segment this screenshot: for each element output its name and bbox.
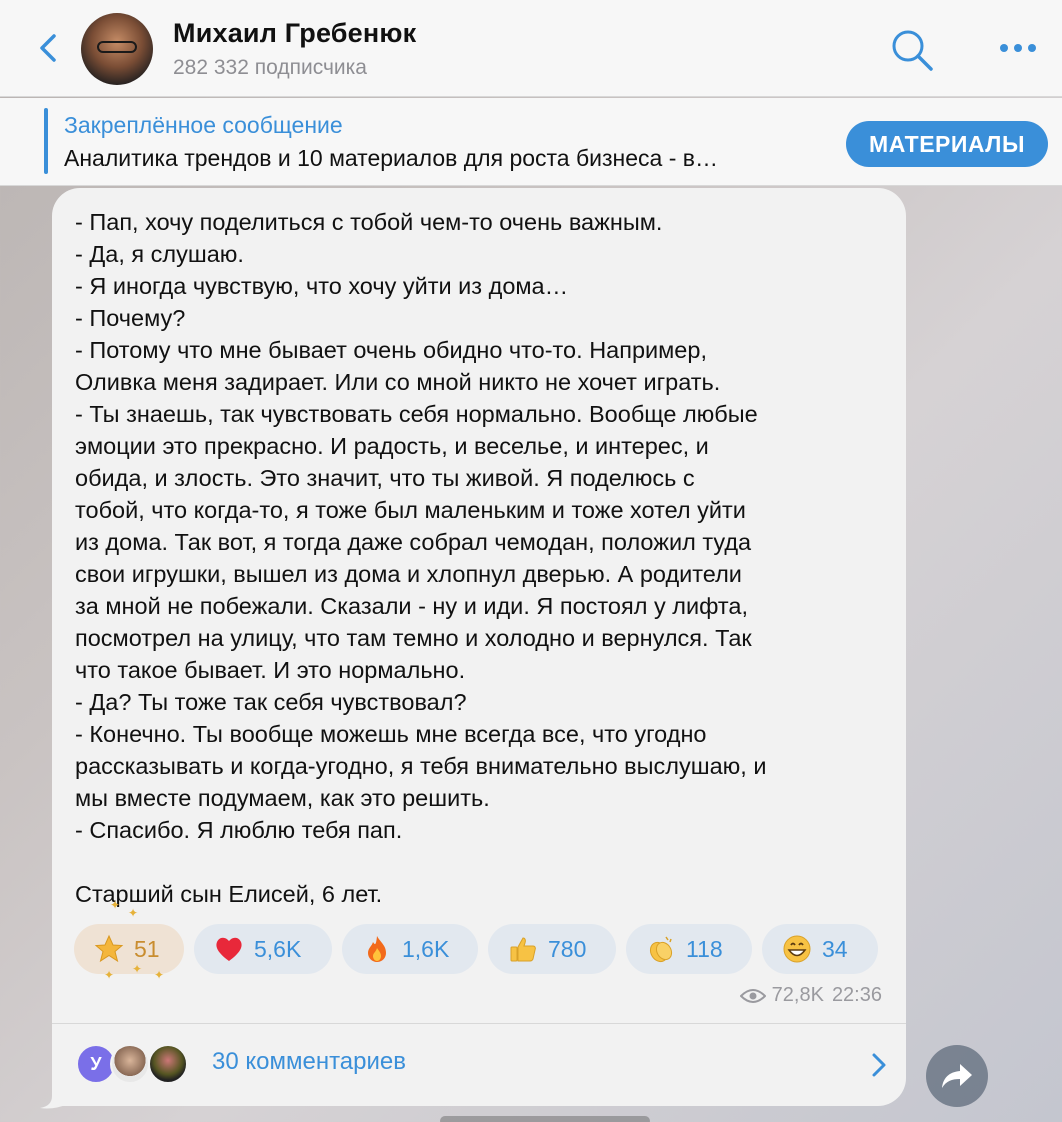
message-line: - Конечно. Ты вообще можешь мне всегда в…: [75, 721, 707, 747]
reaction-count: 1,6K: [402, 935, 450, 962]
message-line: рассказывать и когда-угодно, я тебя вним…: [75, 753, 767, 779]
reaction-count: 780: [548, 935, 587, 962]
reaction-count: 51: [134, 935, 160, 962]
more-button[interactable]: [996, 30, 1040, 66]
share-button[interactable]: [926, 1045, 988, 1107]
scroll-indicator: [440, 1116, 650, 1122]
message-line: Оливка меня задирает. Или со мной никто …: [75, 369, 721, 395]
message-line: - Пап, хочу поделиться с тобой чем-то оч…: [75, 209, 663, 235]
message-line: [75, 846, 890, 878]
message-line: из дома. Так вот, я тогда даже собрал че…: [75, 529, 752, 555]
view-count: 72,8K: [771, 984, 824, 1006]
message-line: свои игрушки, вышел из дома и хлопнул дв…: [75, 561, 742, 587]
comments-label: 30 комментариев: [212, 1048, 407, 1075]
message-line: - Да, я слушаю.: [75, 241, 244, 267]
message-line: - Да? Ты тоже так себя чувствовал?: [75, 689, 467, 715]
pinned-indicator: [44, 108, 48, 174]
message-line: - Ты знаешь, так чувствовать себя нормал…: [75, 401, 758, 427]
reaction-thumbs-up[interactable]: 780: [488, 924, 616, 974]
reaction-count: 118: [686, 935, 723, 962]
channel-header: Михаил Гребенюк 282 332 подписчика: [0, 0, 1062, 97]
reaction-clap[interactable]: 118: [626, 924, 752, 974]
reaction-count: 5,6K: [254, 935, 302, 962]
message-line: - Я иногда чувствую, что хочу уйти из до…: [75, 273, 569, 299]
message-line: - Потому что мне бывает очень обидно что…: [75, 337, 707, 363]
reaction-count: 34: [822, 935, 848, 962]
sparkle-icon: ✦: [128, 906, 139, 920]
grinning-face-icon: [782, 934, 812, 964]
channel-title[interactable]: Михаил Гребенюк: [173, 18, 416, 49]
pinned-text: Аналитика трендов и 10 материалов для ро…: [64, 145, 718, 171]
chevron-right-icon: [872, 1053, 886, 1077]
message-time: 22:36: [831, 984, 882, 1006]
fire-icon: [362, 934, 392, 964]
sparkle-icon: ✦: [132, 962, 143, 976]
message-meta: 72,8K 22:36: [739, 984, 882, 1007]
reaction-fire[interactable]: 1,6K: [342, 924, 478, 974]
more-dots-icon: [1000, 44, 1036, 52]
message-line: - Спасибо. Я люблю тебя пап.: [75, 817, 403, 843]
comments-row[interactable]: У 30 комментариев: [52, 1024, 906, 1106]
message-line: тобой, что когда-то, я тоже был маленьки…: [75, 497, 746, 523]
search-icon: [892, 30, 933, 71]
sparkle-icon: ✦: [154, 968, 165, 982]
search-button[interactable]: [888, 26, 936, 74]
sparkle-icon: ✦: [110, 898, 121, 912]
eye-icon: [739, 988, 766, 1003]
back-button[interactable]: [30, 28, 70, 68]
message-text: - Пап, хочу поделиться с тобой чем-то оч…: [75, 206, 890, 910]
reactions-bar: 51 ✦ ✦ ✦ ✦ ✦ 5,6K 1,6K 780 118 34: [74, 898, 894, 982]
message-signature: Старший сын Елисей, 6 лет.: [75, 881, 383, 907]
chevron-left-icon: [40, 34, 56, 62]
message-line: мы вместе подумаем, как это решить.: [75, 785, 490, 811]
reaction-heart[interactable]: 5,6K: [194, 924, 332, 974]
pinned-message-bar[interactable]: Закреплённое сообщение Аналитика трендов…: [0, 98, 1062, 186]
star-icon: [94, 934, 124, 964]
commenter-avatar: [110, 1044, 150, 1084]
channel-avatar[interactable]: [81, 13, 153, 85]
message-line: посмотрел на улицу, что там темно и холо…: [75, 625, 752, 651]
message-line: обида, и злость. Это значит, что ты живо…: [75, 465, 695, 491]
message-line: - Почему?: [75, 305, 186, 331]
reaction-star[interactable]: 51 ✦ ✦ ✦ ✦ ✦: [74, 898, 184, 982]
message-line: эмоции это прекрасно. И радость, и весел…: [75, 433, 709, 459]
thumbs-up-icon: [508, 934, 538, 964]
sparkle-icon: ✦: [104, 968, 115, 982]
message-line: за мной не побежали. Сказали - ну и иди.…: [75, 593, 748, 619]
pinned-title: Закреплённое сообщение: [64, 112, 343, 138]
clapping-hands-icon: [646, 934, 676, 964]
message-bubble[interactable]: - Пап, хочу поделиться с тобой чем-то оч…: [52, 188, 906, 1106]
share-arrow-icon: [942, 1064, 972, 1088]
heart-icon: [214, 934, 244, 964]
reaction-grin[interactable]: 34: [762, 924, 878, 974]
materials-button[interactable]: МАТЕРИАЛЫ: [846, 121, 1048, 167]
message-line: что такое бывает. И это нормально.: [75, 657, 466, 683]
commenter-avatar: [148, 1044, 188, 1084]
subscriber-count: 282 332 подписчика: [173, 56, 367, 79]
